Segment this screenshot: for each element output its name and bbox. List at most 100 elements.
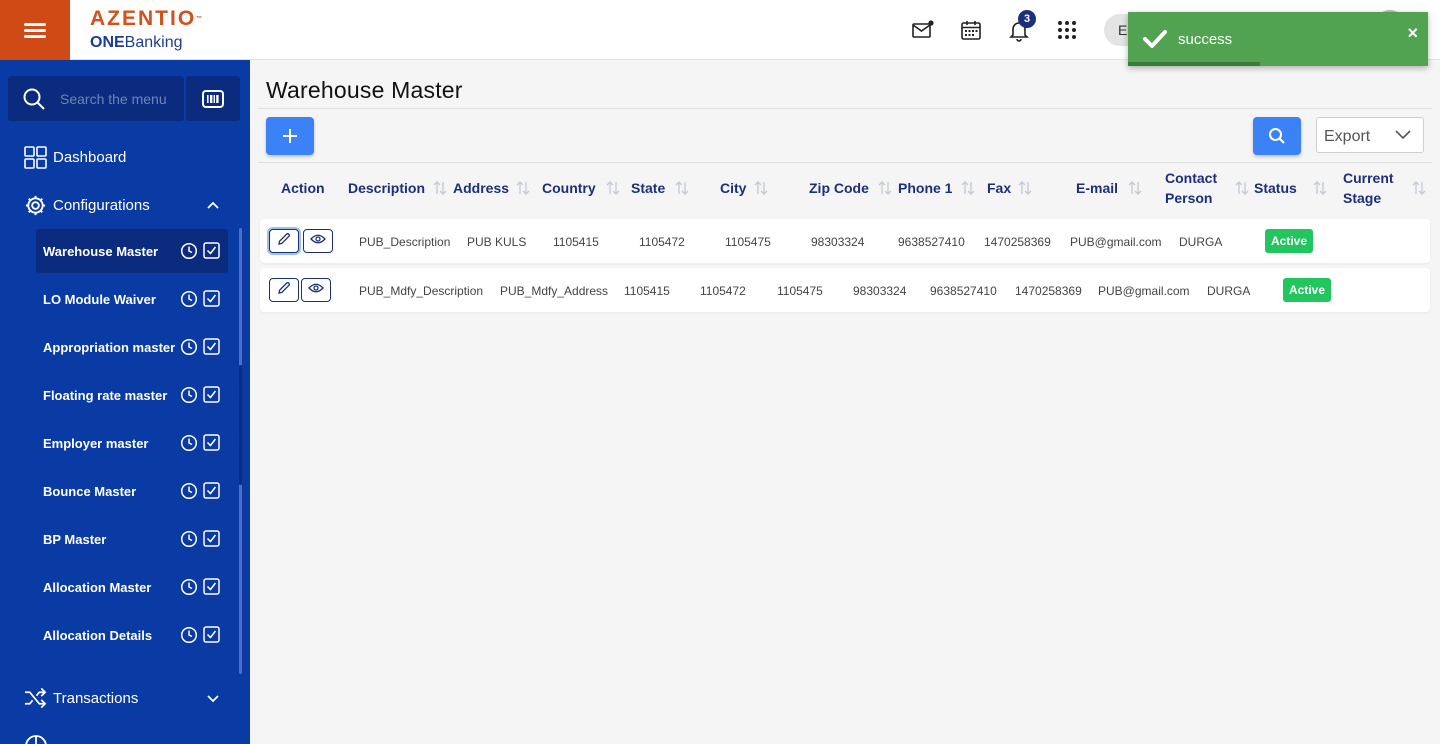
menu-search [8,76,184,121]
sort-icon[interactable] [877,180,893,201]
chevron-down-icon [1395,130,1411,140]
search-icon [23,88,45,110]
clock-icon[interactable] [180,482,198,505]
add-button[interactable] [266,117,314,155]
toast-close-button[interactable]: × [1407,23,1418,44]
nav-configurations[interactable]: Configurations [24,194,150,217]
column-header-fax[interactable]: Fax [987,178,1011,198]
clock-icon[interactable] [180,578,198,601]
sidebar-item-warehouse-master[interactable]: Warehouse Master [36,229,228,273]
column-header-contact-person[interactable]: Contact Person [1165,168,1217,208]
sidebar-item-bp-master[interactable]: BP Master [36,517,228,561]
column-header-city[interactable]: City [720,178,746,198]
edit-button[interactable] [269,278,299,302]
menu-icon [24,22,46,38]
view-button[interactable] [301,278,331,302]
mail-icon[interactable] [911,18,935,42]
checkbox-icon[interactable] [203,434,220,456]
column-header-email[interactable]: E-mail [1076,178,1118,198]
sidebar-item-floating-rate-master[interactable]: Floating rate master [36,373,228,417]
barcode-button[interactable] [186,76,240,121]
nav-transactions[interactable]: Transactions [24,688,138,708]
search-button[interactable] [1253,117,1301,155]
clock-icon[interactable] [180,290,198,313]
sidebar-item-appropriation-master[interactable]: Appropriation master [36,325,228,369]
sidebar-item-label: Bounce Master [43,484,137,499]
cell-zip: 98303324 [853,284,907,298]
cell-email: PUB@gmail.com [1070,235,1162,249]
sidebar-item-label: LO Module Waiver [43,292,156,307]
column-header-zip-code[interactable]: Zip Code [809,178,869,198]
nav-dashboard[interactable]: Dashboard [24,146,126,169]
sort-icon[interactable] [1234,180,1250,201]
plus-icon [283,129,297,143]
sidebar-item-allocation-master[interactable]: Allocation Master [36,565,228,609]
clock-icon[interactable] [180,530,198,553]
export-dropdown[interactable]: Export [1316,117,1424,153]
sort-icon[interactable] [960,180,976,201]
sidebar-item-lo-module-waiver[interactable]: LO Module Waiver [36,277,228,321]
cell-description: PUB_Description [359,235,451,249]
sort-icon[interactable] [432,180,448,201]
sort-icon[interactable] [1127,180,1143,201]
chevron-up-icon[interactable] [206,200,220,210]
table-row: PUB_Mdfy_Description PUB_Mdfy_Address 1105… [260,268,1430,312]
clock-icon[interactable] [180,338,198,361]
checkbox-icon[interactable] [203,482,220,504]
clock-icon[interactable] [180,626,198,649]
sort-icon[interactable] [1017,180,1033,201]
clock-icon[interactable] [180,386,198,409]
edit-button[interactable] [269,229,299,253]
sort-icon[interactable] [605,180,621,201]
checkbox-icon[interactable] [203,386,220,408]
cell-email: PUB@gmail.com [1098,284,1190,298]
column-header-address[interactable]: Address [453,178,509,198]
column-header-phone1[interactable]: Phone 1 [898,178,952,198]
gear-icon [25,195,46,216]
cell-state: 1105472 [639,235,685,249]
sort-icon[interactable] [674,180,690,201]
cell-phone1: 9638527410 [930,284,997,298]
column-header-description[interactable]: Description [348,178,425,198]
nav-dashboard-label: Dashboard [53,149,127,166]
sidebar-item-label: Appropriation master [43,340,176,355]
nav-configurations-label: Configurations [53,197,150,214]
sidebar-item-employer-master[interactable]: Employer master [36,421,228,465]
column-header-current-stage[interactable]: Current Stage [1343,168,1394,208]
checkbox-icon[interactable] [203,338,220,360]
calendar-icon[interactable] [959,18,983,42]
column-header-status[interactable]: Status [1254,178,1297,198]
checkbox-icon[interactable] [203,578,220,600]
report-icon[interactable] [24,734,48,744]
cell-description: PUB_Mdfy_Description [359,284,484,298]
checkbox-icon[interactable] [203,290,220,312]
apps-grid-icon[interactable] [1055,18,1079,42]
sidebar-scrollbar-thumb[interactable] [239,365,242,485]
export-label: Export [1324,128,1371,145]
checkbox-icon[interactable] [203,530,220,552]
sidebar-item-bounce-master[interactable]: Bounce Master [36,469,228,513]
notification-count-badge: 3 [1018,10,1036,28]
cell-zip: 98303324 [811,235,865,249]
sidebar-item-allocation-details[interactable]: Allocation Details [36,613,228,657]
menu-toggle-button[interactable] [0,0,70,60]
column-header-state[interactable]: State [631,178,665,198]
cell-state: 1105472 [700,284,746,298]
sort-icon[interactable] [1312,180,1328,201]
checkbox-icon[interactable] [203,242,220,264]
clock-icon[interactable] [180,242,198,265]
sort-icon[interactable] [753,180,769,201]
chevron-down-icon[interactable] [206,694,220,704]
sort-icon[interactable] [1411,180,1427,201]
sidebar-item-label: BP Master [43,532,107,547]
menu-search-input[interactable] [60,88,178,110]
view-button[interactable] [303,229,333,253]
sort-icon[interactable] [515,180,531,201]
eye-icon [308,281,324,299]
column-header-country[interactable]: Country [542,178,596,198]
cell-phone1: 9638527410 [898,235,965,249]
clock-icon[interactable] [180,434,198,457]
title-divider [258,108,1432,109]
checkbox-icon[interactable] [203,626,220,648]
sidebar-item-label: Allocation Details [43,628,153,643]
